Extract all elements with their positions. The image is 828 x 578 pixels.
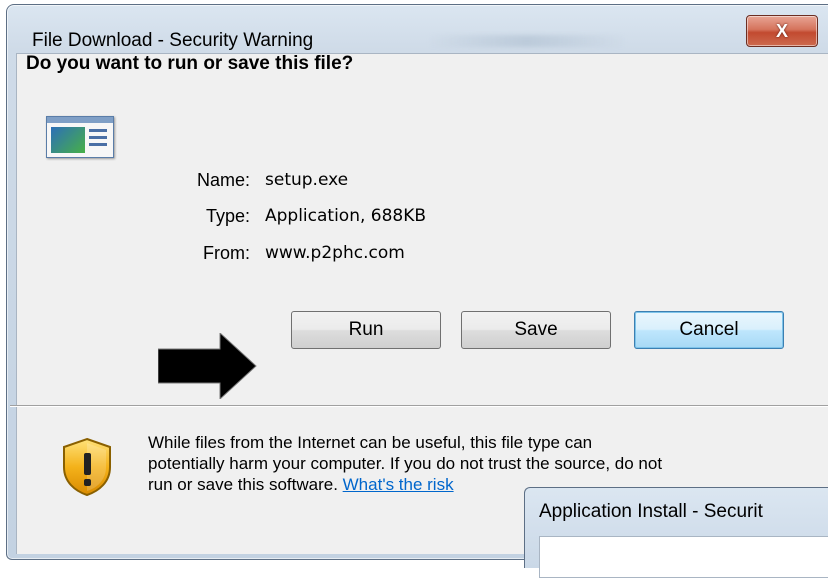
file-from-label: From: xyxy=(203,243,250,263)
warning-line-1: While files from the Internet can be use… xyxy=(148,433,593,452)
window-title: File Download - Security Warning xyxy=(32,30,314,51)
warning-line-2: potentially harm your computer. If you d… xyxy=(148,454,663,473)
arrow-right-icon xyxy=(158,333,257,399)
close-button[interactable]: X xyxy=(746,15,818,47)
whats-the-risk-link[interactable]: What's the risk xyxy=(343,475,454,494)
run-button[interactable]: Run xyxy=(291,311,441,349)
dialog-question: Do you want to run or save this file? xyxy=(26,53,354,74)
application-window-icon xyxy=(46,116,114,158)
close-icon: X xyxy=(775,20,788,41)
shield-warning-icon xyxy=(63,437,111,497)
file-type-value: Application, 688KB xyxy=(265,206,427,226)
title-bar-reflection xyxy=(427,35,627,47)
file-name-value: setup.exe xyxy=(265,170,349,190)
title-bar[interactable]: File Download - Security Warning X xyxy=(7,5,828,53)
security-warning-text: While files from the Internet can be use… xyxy=(148,432,808,495)
warning-line-3-text: run or save this software. xyxy=(148,475,343,494)
application-install-title: Application Install - Securit xyxy=(539,501,763,522)
application-install-body xyxy=(539,536,828,578)
save-button[interactable]: Save xyxy=(461,311,611,349)
cancel-button[interactable]: Cancel xyxy=(634,311,784,349)
file-from-value: www.p2phc.com xyxy=(265,243,405,263)
application-install-window[interactable]: Application Install - Securit xyxy=(524,487,828,578)
file-type-label: Type: xyxy=(205,206,250,226)
file-name-label: Name: xyxy=(196,170,250,190)
